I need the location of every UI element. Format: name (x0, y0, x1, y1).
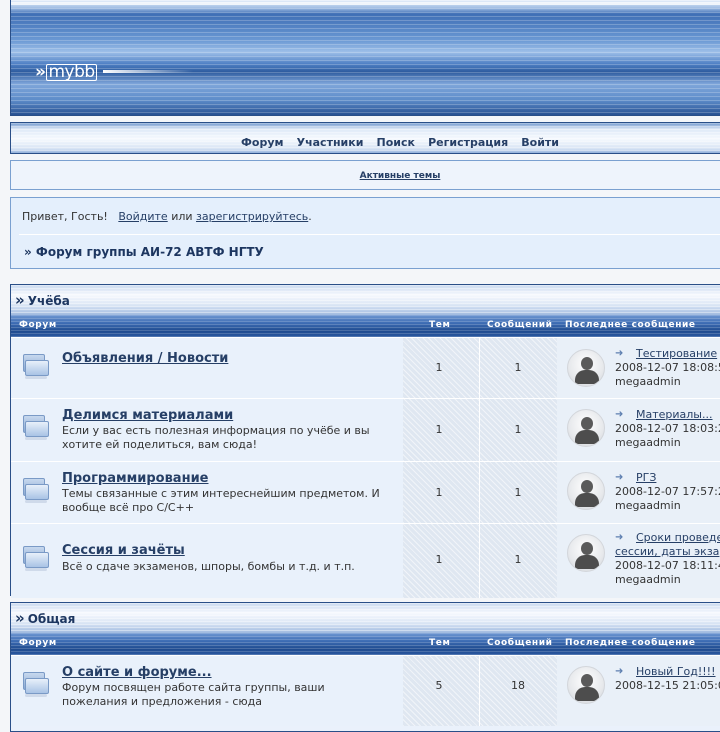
forum-row: О сайте и форуме... Форум посвящен работ… (11, 655, 720, 726)
double-chevron-icon: » (15, 609, 25, 627)
category-title[interactable]: » Общая (11, 603, 720, 633)
last-post-link[interactable]: РГЗ (636, 471, 656, 484)
forum-row: Делимся материалами Если у вас есть поле… (11, 398, 720, 461)
col-posts: Сообщений (487, 638, 553, 648)
active-topics-bar: Активные темы (10, 160, 720, 190)
forum-header: » mybb (10, 0, 720, 116)
forum-link[interactable]: Программирование (62, 471, 209, 486)
last-post-link-continued[interactable]: сессии, даты экза (615, 545, 719, 558)
greeting-text: Привет, Гость! (22, 210, 108, 223)
table-header: Форум Тем Сообщений Последнее сообщение (11, 315, 720, 337)
topics-count: 1 (435, 486, 443, 499)
last-post-link[interactable]: Материалы... (636, 408, 712, 421)
category-study: » Учёба Форум Тем Сообщений Последнее соо… (10, 284, 720, 598)
folder-icon (23, 478, 49, 504)
folder-icon (23, 354, 49, 380)
col-topics: Тем (429, 638, 451, 648)
topics-count: 1 (435, 553, 443, 566)
forum-link[interactable]: Делимся материалами (62, 408, 233, 423)
welcome-divider (19, 234, 720, 235)
last-post-link[interactable]: Тестирование (636, 347, 717, 360)
last-post-user: megaadmin (615, 499, 681, 512)
double-chevron-icon: » (15, 291, 25, 309)
avatar (567, 409, 605, 447)
logo-swoosh (103, 70, 193, 73)
topics-count: 1 (435, 361, 443, 374)
menu-members-link[interactable]: Участники (297, 136, 364, 149)
last-post-date: 2008-12-07 17:57:2 (615, 485, 720, 498)
posts-count: 1 (514, 423, 522, 436)
last-post-user: megaadmin (615, 375, 681, 388)
forum-description: Темы связанные с этим интереснейшим пред… (62, 487, 380, 514)
header-highlight (11, 2, 720, 5)
post-arrow-icon: ➜ (615, 409, 624, 420)
welcome-greeting: Привет, Гость! Войдите или зарегистрируй… (22, 210, 312, 223)
menu-login-link[interactable]: Войти (521, 136, 559, 149)
folder-icon (23, 672, 49, 698)
breadcrumb[interactable]: » Форум группы АИ-72 АВТФ НГТУ (24, 245, 264, 259)
col-last-post: Последнее сообщение (565, 320, 696, 330)
forum-description: Если у вас есть полезная информация по у… (62, 424, 370, 451)
avatar (567, 349, 605, 387)
table-header: Форум Тем Сообщений Последнее сообщение (11, 633, 720, 655)
forum-description: Форум посвящен работе сайта группы, ваши… (62, 681, 325, 708)
register-link[interactable]: зарегистрируйтесь (196, 210, 308, 223)
active-topics-link[interactable]: Активные темы (11, 171, 720, 181)
post-arrow-icon: ➜ (615, 472, 624, 483)
post-arrow-icon: ➜ (615, 348, 624, 359)
col-topics: Тем (429, 320, 451, 330)
main-menu: Форум Участники Поиск Регистрация Войти (10, 122, 720, 154)
last-post-date: 2008-12-07 18:08:5 (615, 361, 720, 374)
topics-count: 1 (435, 423, 443, 436)
last-post-date: 2008-12-07 18:03:2 (615, 422, 720, 435)
last-post-user: megaadmin (615, 436, 681, 449)
col-posts: Сообщений (487, 320, 553, 330)
topics-count: 5 (435, 679, 443, 692)
posts-count: 18 (511, 679, 525, 692)
last-post-date: 2008-12-07 18:11:4 (615, 559, 720, 572)
forum-link[interactable]: Сессия и зачёты (62, 543, 185, 558)
col-forum: Форум (19, 320, 57, 330)
menu-search-link[interactable]: Поиск (377, 136, 415, 149)
post-arrow-icon: ➜ (615, 666, 624, 677)
or-text: или (171, 210, 193, 223)
forum-row: Сессия и зачёты Всё о сдаче экзаменов, ш… (11, 523, 720, 598)
forum-row: Программирование Темы связанные с этим и… (11, 461, 720, 523)
logo-text: mybb (46, 61, 97, 82)
folder-icon (23, 415, 49, 441)
col-last-post: Последнее сообщение (565, 638, 696, 648)
avatar (567, 666, 605, 704)
category-general: » Общая Форум Тем Сообщений Последнее соо… (10, 602, 720, 732)
posts-count: 1 (514, 553, 522, 566)
category-title[interactable]: » Учёба (11, 285, 720, 315)
post-arrow-icon: ➜ (615, 532, 624, 543)
mybb-logo[interactable]: » mybb (35, 61, 193, 82)
last-post-user: megaadmin (615, 573, 681, 586)
logo-arrows: » (35, 62, 46, 82)
welcome-panel: Привет, Гость! Войдите или зарегистрируй… (10, 197, 720, 269)
period-text: . (308, 210, 312, 223)
posts-count: 1 (514, 361, 522, 374)
posts-count: 1 (514, 486, 522, 499)
menu-register-link[interactable]: Регистрация (428, 136, 508, 149)
menu-forum-link[interactable]: Форум (241, 136, 284, 149)
forum-row: Объявления / Новости 1 1 ➜ Тестирование … (11, 337, 720, 398)
login-link[interactable]: Войдите (118, 210, 167, 223)
forum-link[interactable]: О сайте и форуме... (62, 665, 212, 680)
col-forum: Форум (19, 638, 57, 648)
avatar (567, 472, 605, 510)
forum-link[interactable]: Объявления / Новости (62, 351, 228, 366)
last-post-link[interactable]: Сроки проведе (636, 531, 720, 544)
folder-icon (23, 546, 49, 572)
last-post-date: 2008-12-15 21:05:0 (615, 679, 720, 692)
avatar (567, 534, 605, 572)
last-post-link[interactable]: Новый Год!!!! (636, 665, 716, 678)
forum-description: Всё о сдаче экзаменов, шпоры, бомбы и т.… (62, 560, 355, 573)
